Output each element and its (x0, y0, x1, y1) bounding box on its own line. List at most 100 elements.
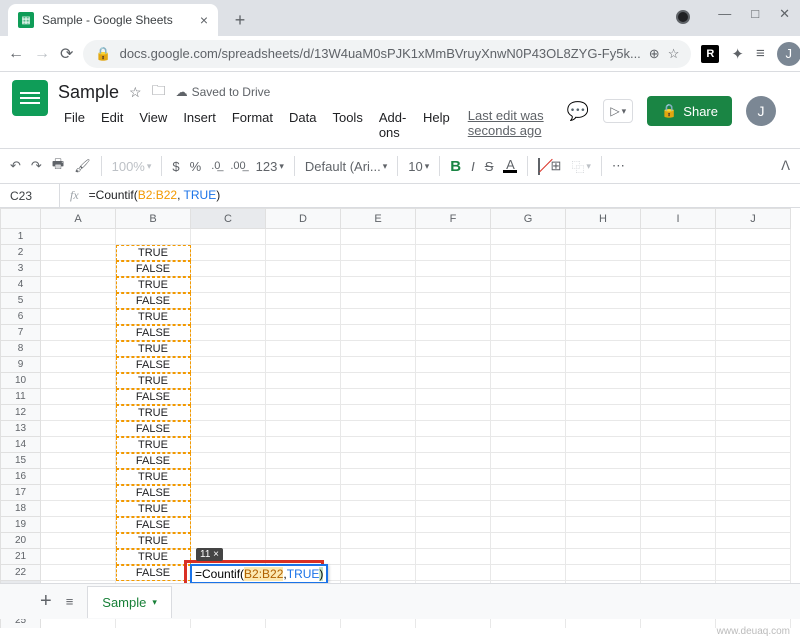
cell-F5[interactable] (416, 293, 491, 309)
sheets-logo[interactable] (12, 80, 48, 116)
select-all-corner[interactable] (1, 209, 41, 229)
cell-G8[interactable] (491, 341, 566, 357)
undo-button[interactable]: ↶ (10, 158, 21, 174)
row-header-12[interactable]: 12 (1, 405, 41, 421)
cell-G18[interactable] (491, 501, 566, 517)
merge-button[interactable]: ⿻ ▾ (571, 157, 591, 176)
cell-B11[interactable]: FALSE (116, 389, 191, 405)
bold-button[interactable]: B (450, 158, 461, 175)
font-select[interactable]: Default (Ari... ▾ (305, 159, 387, 174)
cell-J2[interactable] (716, 245, 791, 261)
cell-F3[interactable] (416, 261, 491, 277)
search-icon[interactable]: ⊕ (649, 46, 660, 62)
cell-F12[interactable] (416, 405, 491, 421)
row-header-6[interactable]: 6 (1, 309, 41, 325)
cell-H1[interactable] (566, 229, 641, 245)
cell-E5[interactable] (341, 293, 416, 309)
cell-B5[interactable]: FALSE (116, 293, 191, 309)
star-doc-icon[interactable]: ☆ (129, 84, 142, 101)
cell-J15[interactable] (716, 453, 791, 469)
cell-G22[interactable] (491, 565, 566, 581)
row-header-7[interactable]: 7 (1, 325, 41, 341)
cell-J7[interactable] (716, 325, 791, 341)
cell-J20[interactable] (716, 533, 791, 549)
cell-B14[interactable]: TRUE (116, 437, 191, 453)
cell-F17[interactable] (416, 485, 491, 501)
cell-I16[interactable] (641, 469, 716, 485)
all-sheets-button[interactable]: ≡ (66, 594, 74, 609)
cell-A2[interactable] (41, 245, 116, 261)
cell-E6[interactable] (341, 309, 416, 325)
cell-H22[interactable] (566, 565, 641, 581)
cell-A15[interactable] (41, 453, 116, 469)
cell-H4[interactable] (566, 277, 641, 293)
row-header-21[interactable]: 21 (1, 549, 41, 565)
col-header-D[interactable]: D (266, 209, 341, 229)
cell-H10[interactable] (566, 373, 641, 389)
cell-G10[interactable] (491, 373, 566, 389)
cell-F21[interactable] (416, 549, 491, 565)
col-header-H[interactable]: H (566, 209, 641, 229)
cell-H9[interactable] (566, 357, 641, 373)
cell-H8[interactable] (566, 341, 641, 357)
cell-F6[interactable] (416, 309, 491, 325)
cell-G5[interactable] (491, 293, 566, 309)
cell-I7[interactable] (641, 325, 716, 341)
cell-I10[interactable] (641, 373, 716, 389)
zoom-select[interactable]: 100% ▾ (112, 159, 152, 174)
cell-B16[interactable]: TRUE (116, 469, 191, 485)
cell-A7[interactable] (41, 325, 116, 341)
cell-F8[interactable] (416, 341, 491, 357)
cell-E18[interactable] (341, 501, 416, 517)
cell-F16[interactable] (416, 469, 491, 485)
cell-B9[interactable]: FALSE (116, 357, 191, 373)
cell-H12[interactable] (566, 405, 641, 421)
cell-J13[interactable] (716, 421, 791, 437)
cell-E11[interactable] (341, 389, 416, 405)
cell-J21[interactable] (716, 549, 791, 565)
cell-C17[interactable] (191, 485, 266, 501)
cell-F10[interactable] (416, 373, 491, 389)
cell-I3[interactable] (641, 261, 716, 277)
more-toolbar-button[interactable]: ⋯ (612, 158, 625, 174)
cell-E21[interactable] (341, 549, 416, 565)
cell-J11[interactable] (716, 389, 791, 405)
cell-E8[interactable] (341, 341, 416, 357)
increase-decimal-button[interactable]: .00̲ (230, 160, 245, 172)
cell-D11[interactable] (266, 389, 341, 405)
cell-D1[interactable] (266, 229, 341, 245)
col-header-B[interactable]: B (116, 209, 191, 229)
cell-C7[interactable] (191, 325, 266, 341)
row-header-9[interactable]: 9 (1, 357, 41, 373)
cell-B1[interactable] (116, 229, 191, 245)
cell-D2[interactable] (266, 245, 341, 261)
cell-B8[interactable]: TRUE (116, 341, 191, 357)
cell-F1[interactable] (416, 229, 491, 245)
cell-I21[interactable] (641, 549, 716, 565)
cell-A10[interactable] (41, 373, 116, 389)
cell-A1[interactable] (41, 229, 116, 245)
cell-F13[interactable] (416, 421, 491, 437)
cell-F18[interactable] (416, 501, 491, 517)
cell-A3[interactable] (41, 261, 116, 277)
cell-I14[interactable] (641, 437, 716, 453)
row-header-19[interactable]: 19 (1, 517, 41, 533)
cell-B17[interactable]: FALSE (116, 485, 191, 501)
cell-A14[interactable] (41, 437, 116, 453)
cell-C19[interactable] (191, 517, 266, 533)
cell-A20[interactable] (41, 533, 116, 549)
cell-A4[interactable] (41, 277, 116, 293)
cell-F7[interactable] (416, 325, 491, 341)
row-header-17[interactable]: 17 (1, 485, 41, 501)
cell-D19[interactable] (266, 517, 341, 533)
cell-F2[interactable] (416, 245, 491, 261)
cell-A9[interactable] (41, 357, 116, 373)
cell-C11[interactable] (191, 389, 266, 405)
row-header-15[interactable]: 15 (1, 453, 41, 469)
cell-A12[interactable] (41, 405, 116, 421)
name-box[interactable]: C23 (0, 184, 60, 207)
cell-I11[interactable] (641, 389, 716, 405)
col-header-J[interactable]: J (716, 209, 791, 229)
cell-E1[interactable] (341, 229, 416, 245)
strike-button[interactable]: S (485, 159, 494, 174)
